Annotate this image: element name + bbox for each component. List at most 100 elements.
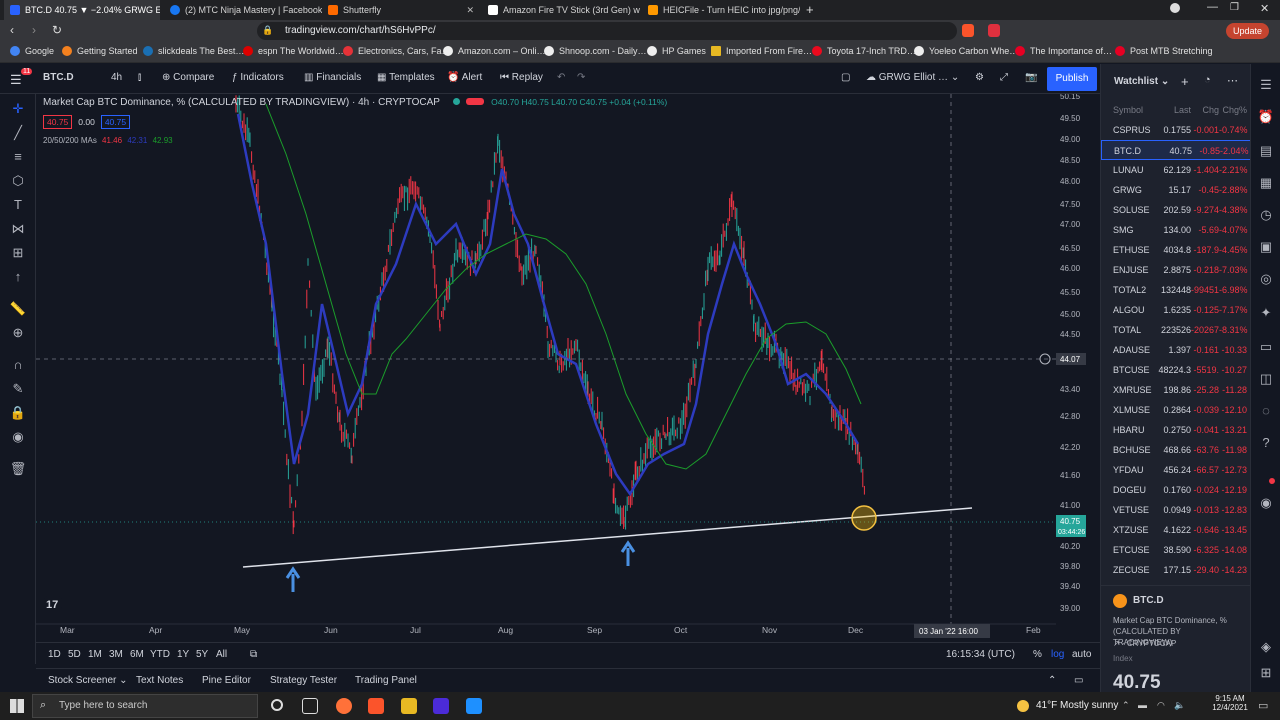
brave-shield-icon[interactable] (962, 24, 974, 37)
range-6m[interactable]: 6M (130, 649, 144, 660)
trash-icon[interactable]: 🗑 (9, 460, 27, 478)
collapse-panel-icon[interactable]: ⌃ (1048, 675, 1056, 686)
range-5d[interactable]: 5D (68, 649, 81, 660)
range-ytd[interactable]: YTD (150, 649, 170, 660)
watchlist-row[interactable]: ETHUSE 4034.8 -187.9 -4.45% (1101, 240, 1250, 260)
back-icon[interactable]: ‹ (10, 23, 14, 37)
watchlist-row[interactable]: XLMUSE 0.2864 -0.039 -12.10 (1101, 400, 1250, 420)
watchlist-row[interactable]: BCHUSE 468.66 -63.76 -11.98 (1101, 440, 1250, 460)
watchlist-row[interactable]: HBARU 0.2750 -0.041 -13.21 (1101, 420, 1250, 440)
hotlist-icon[interactable]: ▦ (1257, 174, 1275, 192)
bookmark-google[interactable]: Google (10, 46, 54, 56)
magnet-icon[interactable]: ∩ (9, 356, 27, 374)
app-icon[interactable] (433, 698, 449, 714)
calendar-icon[interactable]: ◷ (1257, 206, 1275, 224)
alerts-icon[interactable]: ⏰ (1257, 108, 1275, 126)
wifi-icon[interactable]: ◠ (1157, 700, 1165, 711)
bookmark-hp-games[interactable]: HP Games (647, 46, 706, 56)
watchlist-row[interactable]: ALGOU 1.6235 -0.125 -7.17% (1101, 300, 1250, 320)
auto-toggle[interactable]: auto (1072, 649, 1091, 660)
task-view-icon[interactable] (302, 698, 318, 714)
candles-icon[interactable]: ⫾ (138, 72, 141, 83)
publish-button[interactable]: Publish (1047, 67, 1097, 91)
symbol-search-button[interactable]: BTC.D (43, 72, 74, 83)
broadcast-icon[interactable]: ◉ (1257, 494, 1275, 512)
pattern-icon[interactable]: ⋈ (9, 220, 27, 238)
advanced-view-icon[interactable]: ◔ (1204, 74, 1211, 86)
range-all[interactable]: All (216, 649, 227, 660)
taskbar-search-field[interactable]: Type here to search (32, 694, 258, 718)
bookmark-toyota[interactable]: Toyota 17-Inch TRD… (812, 46, 916, 56)
watchlist-row[interactable]: CSPRUS 0.1755 -0.001 -0.74% (1101, 120, 1250, 140)
tab-stock-screener[interactable]: Stock Screener ⌄ (48, 675, 128, 686)
clock[interactable]: 9:15 AM 12/4/2021 (1208, 694, 1252, 712)
bookmark-amazon[interactable]: Amazon.com – Onli… (443, 46, 546, 56)
windows-start-icon[interactable] (10, 699, 24, 713)
bookmark-shnoop[interactable]: Shnoop.com - Daily… (544, 46, 647, 56)
watchlist-row[interactable]: GRWG 15.17 -0.45 -2.88% (1101, 180, 1250, 200)
watchlist-row[interactable]: ENJUSE 2.8875 -0.218 -7.03% (1101, 260, 1250, 280)
range-3m[interactable]: 3M (109, 649, 123, 660)
restore-icon[interactable]: ❐ (1230, 2, 1239, 13)
ruler-icon[interactable]: 📏 (9, 300, 27, 318)
reload-icon[interactable]: ↻ (52, 23, 62, 37)
price-chart[interactable]: 17 Mar Apr May Jun Jul Aug Sep Oct Nov D… (36, 94, 1056, 642)
trendline-icon[interactable]: ╱ (9, 124, 27, 142)
layers-icon[interactable]: ◈ (1257, 638, 1275, 656)
fib-icon[interactable]: ≡ (9, 148, 27, 166)
chats-icon[interactable]: ◫ (1257, 370, 1275, 388)
col-chgpct[interactable]: Chg% (1219, 105, 1247, 115)
add-symbol-icon[interactable]: + (1181, 74, 1189, 89)
lightbulb-icon[interactable]: ✦ (1257, 304, 1275, 322)
watchlist-row[interactable]: DOGEU 0.1760 -0.024 -12.19 (1101, 480, 1250, 500)
bookmark-stretching[interactable]: Post MTB Stretching (1115, 46, 1213, 56)
browser-tab-amazon[interactable]: Amazon Fire TV Stick (3rd Gen) with A… ✕ (482, 0, 640, 20)
external-link-icon[interactable]: ↗ (1113, 639, 1120, 648)
browser-tab-tradingview[interactable]: BTC.D 40.75 ▼ −2.04% GRWG Elli… ✕ (4, 0, 160, 20)
more-icon[interactable]: ⋯ (1227, 74, 1238, 87)
watchlist-row[interactable]: YFDAU 456.24 -66.57 -12.73 (1101, 460, 1250, 480)
watchlist-row[interactable]: TOTAL2 132448 -99451 -6.98% (1101, 280, 1250, 300)
watchlist-row[interactable]: BTC.D 40.75 -0.85 -2.04% (1101, 140, 1250, 160)
maximize-panel-icon[interactable]: ▭ (1074, 675, 1083, 686)
tab-text-notes[interactable]: Text Notes (136, 675, 183, 686)
col-symbol[interactable]: Symbol (1113, 105, 1143, 115)
series-legend[interactable]: Market Cap BTC Dominance, % (CALCULATED … (43, 97, 667, 108)
watchlist-row[interactable]: XTZUSE 4.1622 -0.646 -13.45 (1101, 520, 1250, 540)
camera-icon[interactable]: 📷 (1025, 72, 1037, 83)
bookmark-yoeleo[interactable]: Yoeleo Carbon Whe… (914, 46, 1018, 56)
crosshair-icon[interactable]: ✛ (9, 100, 27, 118)
compare-button[interactable]: ⊕ Compare (162, 72, 214, 83)
goto-date-icon[interactable]: ⧉ (250, 649, 257, 660)
bookmark-importance[interactable]: The Importance of… (1015, 46, 1112, 56)
col-chg[interactable]: Chg (1185, 105, 1219, 115)
browser-tab-facebook[interactable]: (2) MTC Ninja Mastery | Facebook ✕ (164, 0, 322, 20)
bookmark-espn[interactable]: espn The Worldwid… (243, 46, 344, 56)
watchlist-row[interactable]: ETCUSE 38.590 -6.325 -14.08 (1101, 540, 1250, 560)
templates-button[interactable]: ▦ Templates (377, 72, 435, 83)
text-icon[interactable]: T (9, 196, 27, 214)
network-icon[interactable]: ▬ (1138, 700, 1147, 710)
photos-icon[interactable] (466, 698, 482, 714)
watchlist-row[interactable]: SMG 134.00 -5.69 -4.07% (1101, 220, 1250, 240)
range-1y[interactable]: 1Y (177, 649, 189, 660)
tab-strategy-tester[interactable]: Strategy Tester (270, 675, 337, 686)
eye-icon[interactable]: ◉ (9, 428, 27, 446)
menu-icon[interactable]: ☰ (10, 72, 22, 88)
weather-sun-icon[interactable] (1017, 700, 1029, 712)
stay-drawing-icon[interactable]: ✎ (9, 380, 27, 398)
watchlist-row[interactable]: VETUSE 0.0949 -0.013 -12.83 (1101, 500, 1250, 520)
watchlist-row[interactable]: SOLUSE 202.59 -9.274 -4.38% (1101, 200, 1250, 220)
financials-button[interactable]: ▥ Financials (304, 72, 361, 83)
bookmark-getting-started[interactable]: Getting Started (62, 46, 138, 56)
bookmark-slickdeals[interactable]: slickdeals The Best… (143, 46, 244, 56)
bookmark-imported[interactable]: Imported From Fire… (711, 46, 812, 56)
ma-legend[interactable]: 20/50/200 MAs 41.46 42.31 42.93 (43, 136, 173, 145)
new-tab-icon[interactable]: + (806, 2, 814, 17)
close-window-icon[interactable]: ✕ (1260, 2, 1269, 15)
range-1d[interactable]: 1D (48, 649, 61, 660)
fullscreen-square-icon[interactable]: ▢ (841, 72, 850, 83)
bookmark-ebay[interactable]: Electronics, Cars, Fa… (343, 46, 451, 56)
tab-pine-editor[interactable]: Pine Editor (202, 675, 251, 686)
interval-button[interactable]: 4h (111, 72, 122, 83)
